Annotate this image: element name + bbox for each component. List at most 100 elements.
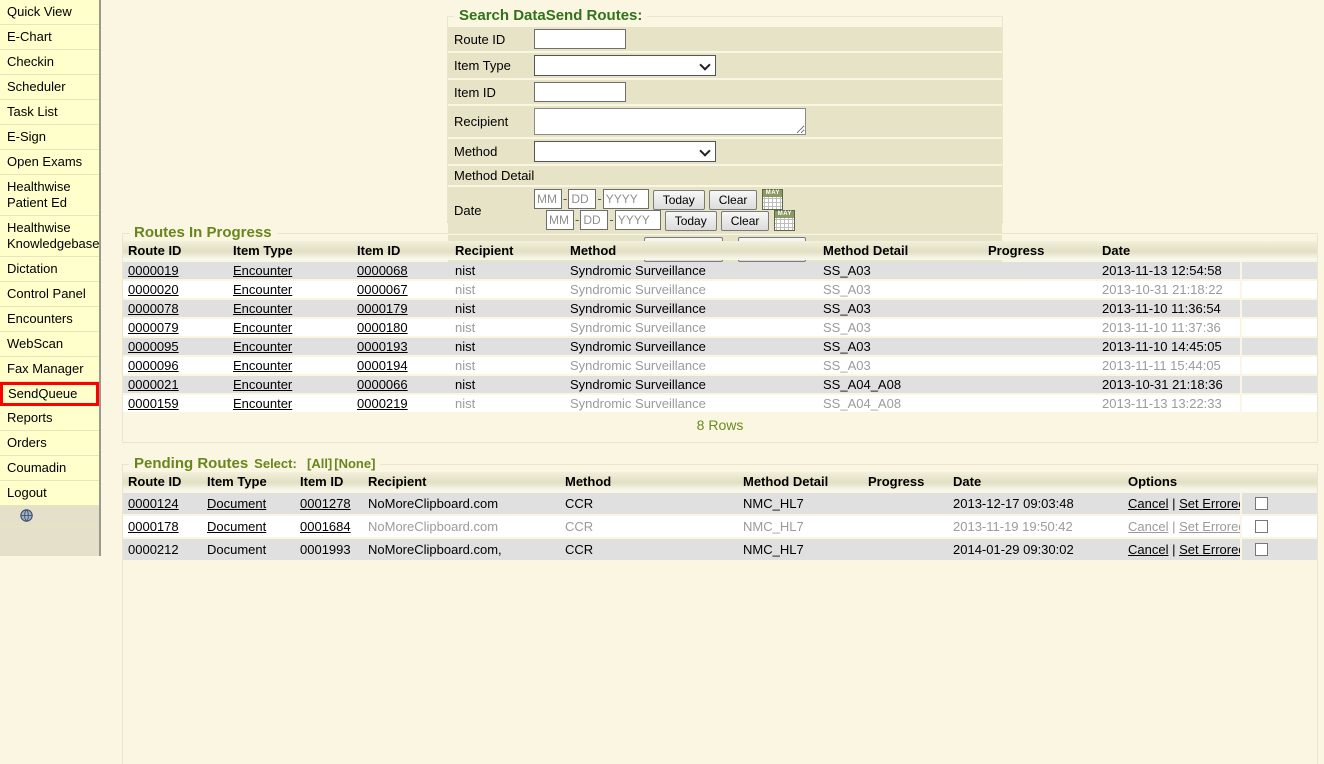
item-id-link[interactable]: 0000219 xyxy=(357,396,408,411)
route-id-link[interactable]: 0000020 xyxy=(128,282,179,297)
date-to-year-input[interactable] xyxy=(615,210,661,230)
options-cell: Cancel | Set Errored xyxy=(1123,493,1240,514)
calendar-icon[interactable]: MAY xyxy=(774,210,795,231)
sidebar-item-encounters[interactable]: Encounters xyxy=(0,307,99,332)
cancel-link[interactable]: Cancel xyxy=(1128,542,1168,557)
item-id-link[interactable]: 0000067 xyxy=(357,282,408,297)
route-id-link[interactable]: 0000124 xyxy=(128,496,179,511)
method-cell: Syndromic Surveillance xyxy=(565,357,818,374)
item-type-link[interactable]: Encounter xyxy=(233,301,292,316)
date-to-today-button[interactable]: Today xyxy=(665,211,717,231)
calendar-icon[interactable]: MAY xyxy=(762,189,783,210)
sidebar-item-orders[interactable]: Orders xyxy=(0,431,99,456)
date-to-month-input[interactable] xyxy=(546,210,574,230)
sidebar-item-fax-manager[interactable]: Fax Manager xyxy=(0,357,99,382)
date-from-year-input[interactable] xyxy=(603,189,649,209)
item-type-link[interactable]: Encounter xyxy=(233,339,292,354)
sidebar-item-healthwise-patient-ed[interactable]: Healthwise Patient Ed xyxy=(0,175,99,216)
pending-routes-table: Route IDItem TypeItem IDRecipientMethodM… xyxy=(123,470,1317,562)
route-id-link[interactable]: 0000096 xyxy=(128,358,179,373)
globe-icon[interactable] xyxy=(20,509,99,522)
item-id-link[interactable]: 0000068 xyxy=(357,263,408,278)
column-header-recipient: Recipient xyxy=(450,241,565,260)
sidebar-item-task-list[interactable]: Task List xyxy=(0,100,99,125)
select-all-link[interactable]: [All] xyxy=(307,456,332,471)
set-errored-link[interactable]: Set Errored xyxy=(1179,519,1240,534)
item-type-link[interactable]: Encounter xyxy=(233,320,292,335)
method-select[interactable] xyxy=(534,141,716,162)
table-header-row: Route IDItem TypeItem IDRecipientMethodM… xyxy=(123,241,1317,260)
item-id-link[interactable]: 0000194 xyxy=(357,358,408,373)
sidebar-item-sendqueue[interactable]: SendQueue xyxy=(0,382,99,406)
sidebar-item-webscan[interactable]: WebScan xyxy=(0,332,99,357)
item-type-link[interactable]: Encounter xyxy=(233,396,292,411)
select-none-link[interactable]: [None] xyxy=(334,456,375,471)
sidebar-item-e-chart[interactable]: E-Chart xyxy=(0,25,99,50)
options-separator: | xyxy=(1168,496,1179,511)
item-type-link[interactable]: Document xyxy=(207,519,266,534)
date-from-clear-button[interactable]: Clear xyxy=(709,190,758,210)
item-type-select[interactable] xyxy=(534,55,716,76)
options-separator: | xyxy=(1168,519,1179,534)
checkbox-cell xyxy=(1240,516,1317,537)
item-type-link[interactable]: Encounter xyxy=(233,263,292,278)
sidebar-item-open-exams[interactable]: Open Exams xyxy=(0,150,99,175)
method-cell: Syndromic Surveillance xyxy=(565,395,818,412)
item-id-input[interactable] xyxy=(534,82,626,102)
sidebar-item-coumadin[interactable]: Coumadin xyxy=(0,456,99,481)
method-cell: Syndromic Surveillance xyxy=(565,262,818,279)
sidebar-item-logout[interactable]: Logout xyxy=(0,481,99,506)
route-id-label: Route ID xyxy=(448,27,530,51)
routes-in-progress-table: Route IDItem TypeItem IDRecipientMethodM… xyxy=(123,239,1317,414)
date-cell: 2013-11-10 11:36:54 xyxy=(1097,300,1240,317)
sidebar-item-reports[interactable]: Reports xyxy=(0,406,99,431)
row-checkbox[interactable] xyxy=(1255,520,1268,533)
sidebar-item-healthwise-knowledgebase[interactable]: Healthwise Knowledgebase xyxy=(0,216,99,257)
item-type-link[interactable]: Encounter xyxy=(233,358,292,373)
item-id-link[interactable]: 0000179 xyxy=(357,301,408,316)
route-id-link[interactable]: 0000021 xyxy=(128,377,179,392)
item-id-link[interactable]: 0001684 xyxy=(300,519,351,534)
route-id-link[interactable]: 0000078 xyxy=(128,301,179,316)
sidebar-item-checkin[interactable]: Checkin xyxy=(0,50,99,75)
sidebar-item-scheduler[interactable]: Scheduler xyxy=(0,75,99,100)
date-from-day-input[interactable] xyxy=(568,189,596,209)
item-id-link[interactable]: 0000066 xyxy=(357,377,408,392)
checkbox-cell xyxy=(1240,539,1317,560)
cancel-link[interactable]: Cancel xyxy=(1128,519,1168,534)
item-type-link[interactable]: Encounter xyxy=(233,377,292,392)
cancel-link[interactable]: Cancel xyxy=(1128,496,1168,511)
item-id-link[interactable]: 0000180 xyxy=(357,320,408,335)
route-id-input[interactable] xyxy=(534,29,626,49)
recipient-textarea[interactable] xyxy=(534,108,806,135)
item-id-link[interactable]: 0000193 xyxy=(357,339,408,354)
column-header-method-detail: Method Detail xyxy=(818,241,983,260)
date-to-day-input[interactable] xyxy=(580,210,608,230)
sidebar-item-e-sign[interactable]: E-Sign xyxy=(0,125,99,150)
row-checkbox[interactable] xyxy=(1255,497,1268,510)
sidebar-item-control-panel[interactable]: Control Panel xyxy=(0,282,99,307)
date-to-clear-button[interactable]: Clear xyxy=(721,211,770,231)
route-id-link[interactable]: 0000019 xyxy=(128,263,179,278)
sidebar-item-dictation[interactable]: Dictation xyxy=(0,257,99,282)
date-from-month-input[interactable] xyxy=(534,189,562,209)
item-type-link[interactable]: Document xyxy=(207,496,266,511)
sidebar-item-quick-view[interactable]: Quick View xyxy=(0,0,99,25)
route-id-link[interactable]: 0000079 xyxy=(128,320,179,335)
sidebar-footer xyxy=(0,506,99,527)
recipient-cell: nist xyxy=(450,357,565,374)
route-id-link[interactable]: 0000159 xyxy=(128,396,179,411)
item-type-link[interactable]: Encounter xyxy=(233,282,292,297)
route-id-link[interactable]: 0000095 xyxy=(128,339,179,354)
table-row: 0000079Encounter0000180nistSyndromic Sur… xyxy=(123,319,1317,336)
set-errored-link[interactable]: Set Errored xyxy=(1179,496,1240,511)
row-spacer xyxy=(1240,338,1317,355)
date-cell: 2013-11-11 15:44:05 xyxy=(1097,357,1240,374)
date-from-today-button[interactable]: Today xyxy=(653,190,705,210)
recipient-cell: nist xyxy=(450,395,565,412)
row-checkbox[interactable] xyxy=(1255,543,1268,556)
set-errored-link[interactable]: Set Errored xyxy=(1179,542,1240,557)
item-id-link[interactable]: 0001278 xyxy=(300,496,351,511)
route-id-link[interactable]: 0000178 xyxy=(128,519,179,534)
select-label: Select: xyxy=(254,456,297,471)
